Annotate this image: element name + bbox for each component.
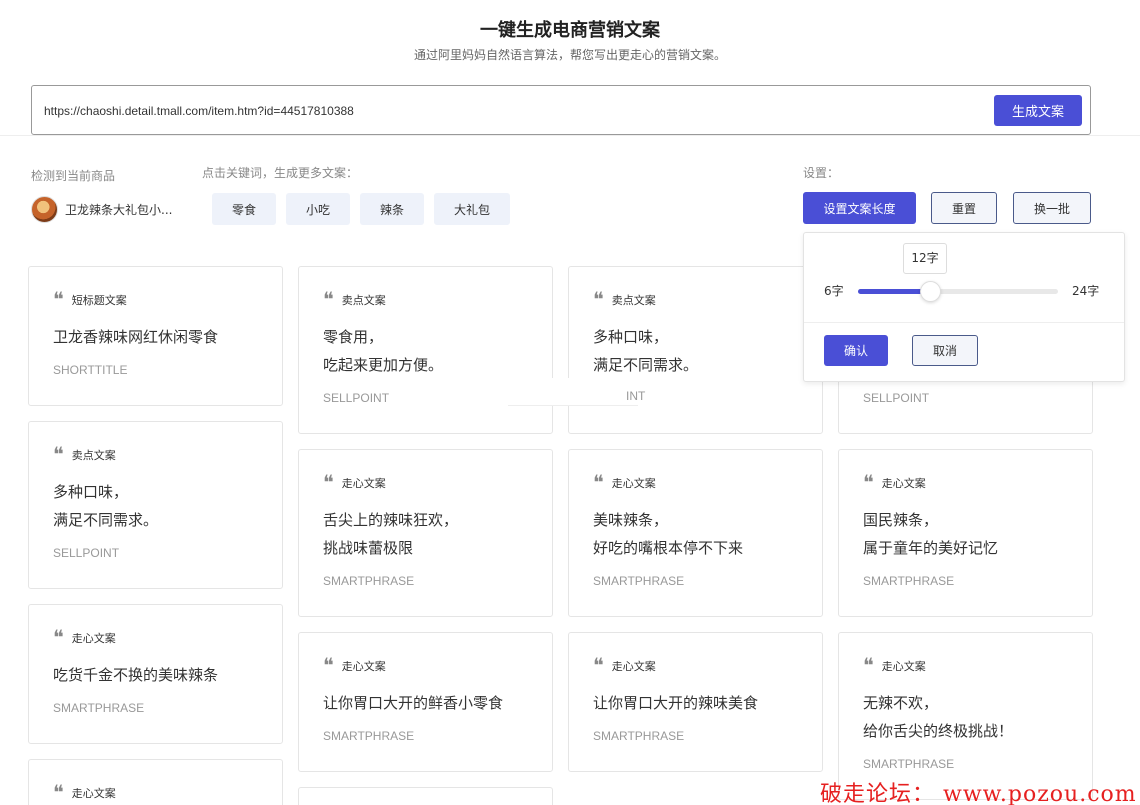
watermark: 破走论坛： www.pozou.com (820, 782, 1137, 805)
card-type: SELLPOINT (863, 391, 930, 405)
card-tag: ❝ 卖点文案 (53, 442, 116, 466)
copy-card[interactable]: ❝ 卖点文案 多种口味， 满足不同需求。 SELLPOINT (28, 421, 283, 589)
length-popup: 12字 6字 24字 确认 取消 (803, 232, 1125, 382)
divider (804, 322, 1124, 323)
quote-icon: ❝ (323, 470, 334, 494)
card-type: SELLPOINT (53, 546, 120, 560)
card-text: 多种口味， 满足不同需求。 (53, 483, 159, 529)
card-text: 舌尖上的辣味狂欢， 挑战味蕾极限 (323, 511, 459, 557)
copy-card[interactable]: ❝ 卖点文案 零食用， 吃起来更加方便。 SELLPOINT (298, 266, 553, 434)
copy-card[interactable]: ❝ 短标题文案 卫龙香辣味网红休闲零食 SHORTTITLE (28, 266, 283, 406)
quote-icon: ❝ (593, 287, 604, 311)
copy-card[interactable]: ❝ 走心文案 让你胃口大开的鲜香小零食 SMARTPHRASE (298, 632, 553, 772)
card-type: SMARTPHRASE (863, 574, 955, 588)
slider-handle[interactable] (920, 281, 941, 302)
card-tag: ❝ 走心文案 (323, 470, 386, 494)
quote-icon: ❝ (53, 287, 64, 311)
copy-card[interactable]: ❝ 走心文案 让你胃口大开的辣味美食 SMARTPHRASE (568, 632, 823, 772)
card-type: SMARTPHRASE (863, 757, 955, 771)
cancel-button[interactable]: 取消 (912, 335, 978, 366)
page-title: 一键生成电商营销文案 (480, 20, 660, 41)
copy-card[interactable] (298, 787, 553, 805)
card-tag: ❝ 卖点文案 (323, 287, 386, 311)
confirm-button[interactable]: 确认 (824, 335, 888, 366)
card-text: 让你胃口大开的辣味美食 (593, 694, 759, 712)
set-length-button[interactable]: 设置文案长度 (803, 192, 916, 224)
card-text: 让你胃口大开的鲜香小零食 (323, 694, 504, 712)
copy-card[interactable]: ❝ 卖点文案 多种口味， 满足不同需求。 (568, 266, 823, 434)
copy-card[interactable]: ❝ 走心文案 美味辣条， 好吃的嘴根本停不下来 SMARTPHRASE (568, 449, 823, 617)
card-type: SHORTTITLE (53, 363, 128, 377)
length-slider[interactable] (858, 281, 1058, 302)
copy-card[interactable]: ❝ 走心文案 舌尖上的辣味狂欢， 挑战味蕾极限 SMARTPHRASE (298, 449, 553, 617)
card-tag: ❝ 短标题文案 (53, 287, 127, 311)
quote-icon: ❝ (593, 653, 604, 677)
keywords-label: 点击关键词，生成更多文案： (202, 166, 359, 180)
refresh-button[interactable]: 换一批 (1013, 192, 1091, 224)
card-type: SELLPOINT (323, 391, 390, 405)
card-type: SMARTPHRASE (593, 574, 685, 588)
slider-value-tooltip: 12字 (903, 243, 947, 274)
quote-icon: ❝ (53, 442, 64, 466)
quote-icon: ❝ (863, 653, 874, 677)
keyword-button[interactable]: 辣条 (360, 193, 424, 225)
copy-card[interactable]: ❝ 走心文案 无辣不欢， 给你舌尖的终极挑战！ SMARTPHRASE (838, 632, 1093, 800)
reset-button[interactable]: 重置 (931, 192, 997, 224)
slider-max-label: 24字 (1072, 284, 1100, 298)
quote-icon: ❝ (53, 780, 64, 804)
card-text: 零食用， 吃起来更加方便。 (323, 328, 444, 374)
copy-card[interactable]: ❝ 走心文案 吃货千金不换的美味辣条 SMARTPHRASE (28, 604, 283, 744)
card-tag: ❝ 走心文案 (863, 653, 926, 677)
card-text: 卫龙香辣味网红休闲零食 (53, 328, 219, 346)
quote-icon: ❝ (863, 470, 874, 494)
card-text: 多种口味， 满足不同需求。 (593, 328, 699, 374)
card-tag: ❝ 走心文案 (863, 470, 926, 494)
settings-label: 设置： (803, 166, 840, 180)
card-tag: ❝ 走心文案 (593, 653, 656, 677)
url-box: 生成文案 (31, 85, 1091, 135)
card-tag: ❝ 走心文案 (53, 625, 116, 649)
slider-min-label: 6字 (824, 284, 844, 298)
card-text: 美味辣条， 好吃的嘴根本停不下来 (593, 511, 744, 557)
page-subtitle: 通过阿里妈妈自然语言算法，帮您写出更走心的营销文案。 (413, 48, 726, 62)
quote-icon: ❝ (593, 470, 604, 494)
card-text: 吃货千金不换的美味辣条 (53, 666, 219, 684)
card-text: 国民辣条， 属于童年的美好记忆 (863, 511, 999, 557)
quote-icon: ❝ (323, 653, 334, 677)
card-type: SMARTPHRASE (323, 729, 415, 743)
card-text: 无辣不欢， 给你舌尖的终极挑战！ (863, 694, 1014, 740)
product-name: 卫龙辣条大礼包小... (65, 202, 173, 217)
overlay-artifact: INT (508, 378, 645, 406)
keyword-button[interactable]: 小吃 (286, 193, 350, 225)
card-tag: ❝ 走心文案 (593, 470, 656, 494)
card-tag: ❝ 走心文案 (323, 653, 386, 677)
product-label: 检测到当前商品 (31, 169, 116, 183)
card-type: SMARTPHRASE (593, 729, 685, 743)
product-thumbnail (31, 195, 58, 223)
header: 一键生成电商营销文案 通过阿里妈妈自然语言算法，帮您写出更走心的营销文案。 生成… (0, 0, 1140, 136)
quote-icon: ❝ (53, 625, 64, 649)
card-tag: ❝ 卖点文案 (593, 287, 656, 311)
generate-button[interactable]: 生成文案 (994, 95, 1082, 126)
quote-icon: ❝ (323, 287, 334, 311)
keyword-button[interactable]: 大礼包 (434, 193, 510, 225)
card-tag: ❝ 走心文案 (53, 780, 116, 804)
card-type: SMARTPHRASE (53, 701, 145, 715)
copy-card[interactable]: ❝ 走心文案 国民辣条， 属于童年的美好记忆 SMARTPHRASE (838, 449, 1093, 617)
card-type: SMARTPHRASE (323, 574, 415, 588)
current-product[interactable]: 卫龙辣条大礼包小... (31, 194, 172, 224)
keyword-button[interactable]: 零食 (212, 193, 276, 225)
copy-card[interactable]: ❝ 走心文案 (28, 759, 283, 805)
url-input[interactable] (44, 100, 944, 122)
